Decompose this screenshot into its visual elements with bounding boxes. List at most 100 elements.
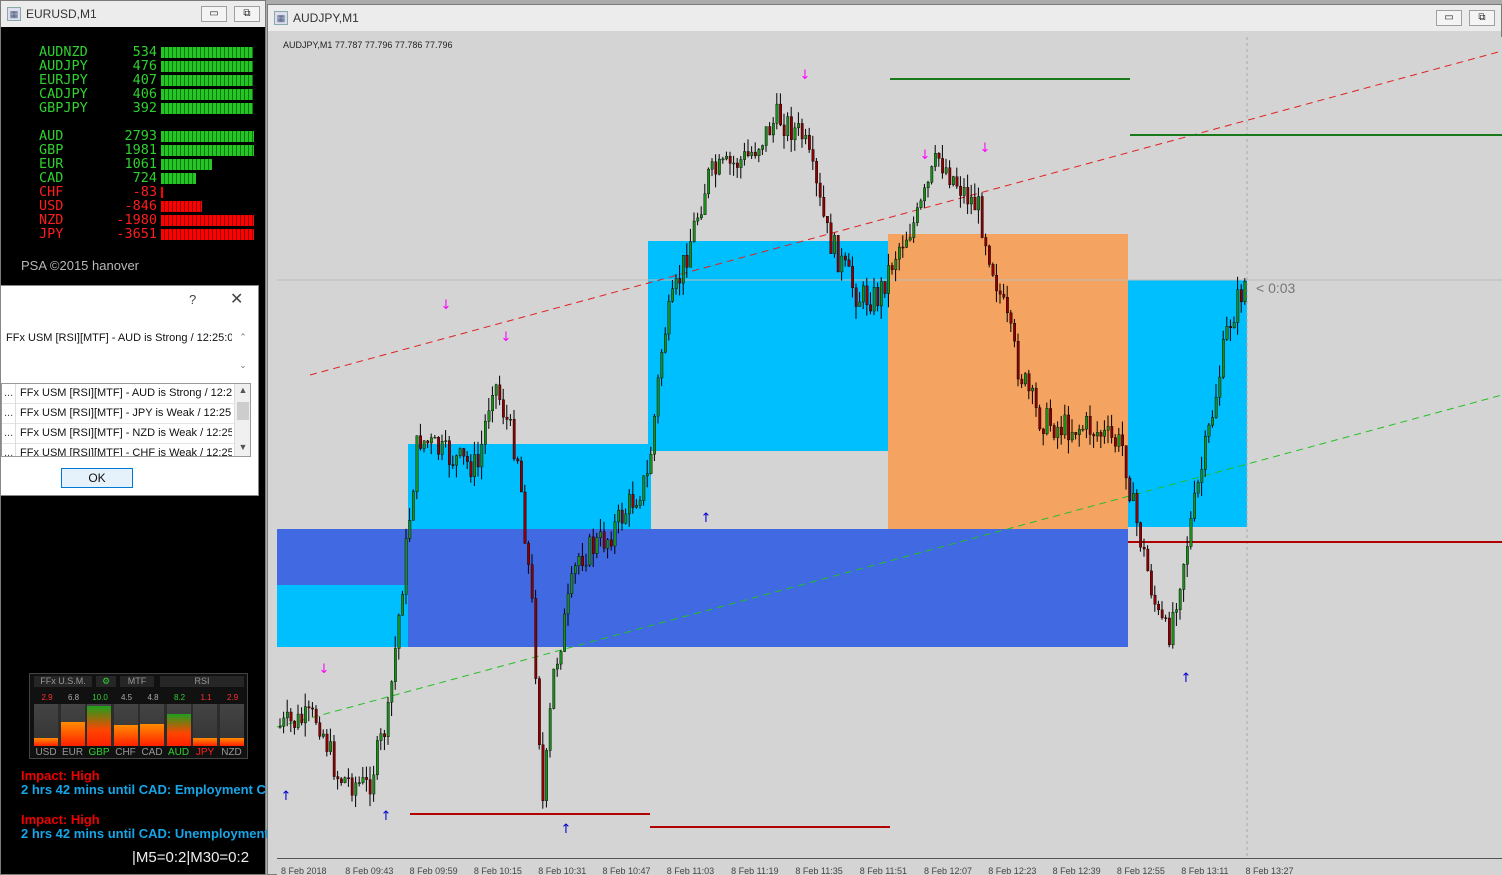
close-icon[interactable]: ✕	[230, 289, 243, 309]
scroll-thumb[interactable]	[237, 402, 249, 420]
candle	[970, 196, 973, 205]
time-label: 8 Feb 11:51	[859, 866, 908, 875]
candle	[1070, 432, 1074, 441]
alert-list-col0: ...	[2, 404, 16, 424]
candle	[811, 149, 815, 162]
candle	[527, 543, 530, 565]
candle	[833, 235, 837, 254]
candle	[411, 491, 415, 521]
candle	[390, 681, 394, 703]
time-label: 8 Feb 12:55	[1116, 866, 1165, 875]
candle	[300, 713, 304, 724]
usm-currency: GBP	[88, 747, 110, 758]
bar-countdown: < 0:03	[1256, 280, 1296, 296]
candle	[689, 241, 692, 268]
candle	[671, 288, 674, 302]
candle	[1182, 564, 1186, 590]
candle	[314, 708, 318, 723]
candle	[519, 460, 523, 493]
candle	[700, 214, 703, 219]
candle	[710, 161, 714, 170]
candle	[1218, 376, 1222, 398]
ffx-usm-widget: FFx U.S.M. ⚙ MTF RSI 2.9 6.8 10.0 4.5 4.8 8.2…	[29, 673, 248, 759]
candle	[919, 200, 923, 208]
candle	[797, 123, 801, 129]
candle	[772, 123, 775, 136]
candle	[599, 531, 602, 538]
candle	[854, 287, 858, 307]
usm-bar	[87, 704, 111, 746]
candle	[296, 713, 300, 728]
candle	[1196, 482, 1200, 494]
candle	[750, 151, 754, 157]
candle	[1096, 432, 1099, 437]
help-button[interactable]: ?	[189, 292, 196, 307]
time-label: 8 Feb 11:19	[731, 866, 779, 875]
price-chart[interactable]: ↓ ↓ ↓ ↓ ↓ ↓ ↑ ↑ ↑ ↑ ↑ AUDJPY,M1 77.787 77.796 77.7…	[277, 37, 1502, 858]
candle	[800, 123, 804, 140]
minimize-button[interactable]: ▭	[201, 6, 227, 22]
alert-list-item[interactable]: ... FFx USM [RSI][MTF] - CHF is Weak / 12…	[2, 444, 234, 456]
minimize-button[interactable]: ▭	[1436, 10, 1462, 26]
settings-icon[interactable]: ⚙	[96, 676, 116, 687]
candle	[419, 435, 422, 449]
usm-bar	[219, 704, 244, 746]
candle	[1204, 436, 1207, 470]
candle	[980, 196, 984, 238]
candle	[1024, 373, 1027, 385]
eurusd-titlebar[interactable]: ▦ EURUSD,M1 ▭ ⧉	[1, 1, 265, 27]
candle	[894, 258, 898, 271]
usm-value: 6.8	[67, 693, 80, 702]
candle	[955, 176, 959, 187]
buy-arrow-icon: ↑	[701, 511, 712, 526]
usm-currency: CAD	[141, 747, 163, 758]
candle	[1211, 417, 1215, 426]
candle	[465, 456, 469, 462]
candle	[548, 708, 552, 751]
time-label: 8 Feb 12:39	[1052, 866, 1101, 875]
candle	[1031, 387, 1035, 392]
candle	[898, 246, 901, 260]
candle	[1038, 407, 1042, 430]
scroll-down-icon[interactable]: ▼	[235, 442, 250, 452]
candle	[642, 475, 646, 501]
candle	[1085, 416, 1089, 430]
alert-list-scrollbar[interactable]: ▲ ▼	[234, 384, 250, 456]
candle	[804, 134, 808, 140]
alert-message: FFx USM [RSI][MTF] - AUD is Strong / 12:…	[6, 332, 232, 344]
ok-button[interactable]: OK	[61, 468, 133, 488]
candle	[347, 777, 351, 779]
candle	[581, 556, 584, 566]
candle	[1056, 426, 1060, 438]
candle	[1020, 378, 1024, 385]
sell-arrow-icon: ↓	[920, 148, 931, 163]
candle	[437, 437, 440, 455]
restore-button[interactable]: ⧉	[1469, 10, 1495, 26]
candle	[1078, 429, 1081, 435]
strength-bar	[161, 173, 196, 184]
candle	[937, 153, 941, 159]
candle	[1016, 340, 1020, 380]
sell-arrow-icon: ↓	[501, 330, 512, 345]
alert-list-item[interactable]: ... FFx USM [RSI][MTF] - JPY is Weak / 12…	[2, 404, 234, 424]
candle	[667, 301, 671, 335]
usm-currency: NZD	[221, 747, 242, 758]
alert-list-text: FFx USM [RSI][MTF] - AUD is Strong / 12:…	[20, 387, 232, 399]
timeframe-info: |M5=0:2|M30=0:2	[132, 849, 250, 866]
time-axis: 8 Feb 2018 8 Feb 09:43 8 Feb 09:59 8 Feb 10…	[277, 858, 1502, 875]
candle	[1193, 492, 1197, 519]
audjpy-titlebar[interactable]: ▦ AUDJPY,M1 ▭ ⧉	[268, 5, 1501, 31]
restore-button[interactable]: ⧉	[234, 6, 260, 22]
alert-list-item[interactable]: ... FFx USM [RSI][MTF] - NZD is Weak / 12…	[2, 424, 234, 444]
alert-list-item[interactable]: ... FFx USM [RSI][MTF] - AUD is Strong / …	[2, 384, 234, 404]
alert-list[interactable]: ... FFx USM [RSI][MTF] - AUD is Strong / …	[1, 383, 251, 457]
candle	[851, 266, 855, 288]
candle	[995, 274, 999, 292]
scroll-up-icon[interactable]: ▲	[235, 385, 250, 395]
message-scroll[interactable]: ⌃ ⌄	[237, 330, 249, 375]
candle	[808, 134, 811, 150]
candle	[336, 776, 340, 780]
usm-currencies: USD EUR GBP CHF CAD AUD JPY NZD	[30, 747, 249, 759]
demand-zone	[277, 529, 1128, 585]
candle	[602, 531, 606, 549]
